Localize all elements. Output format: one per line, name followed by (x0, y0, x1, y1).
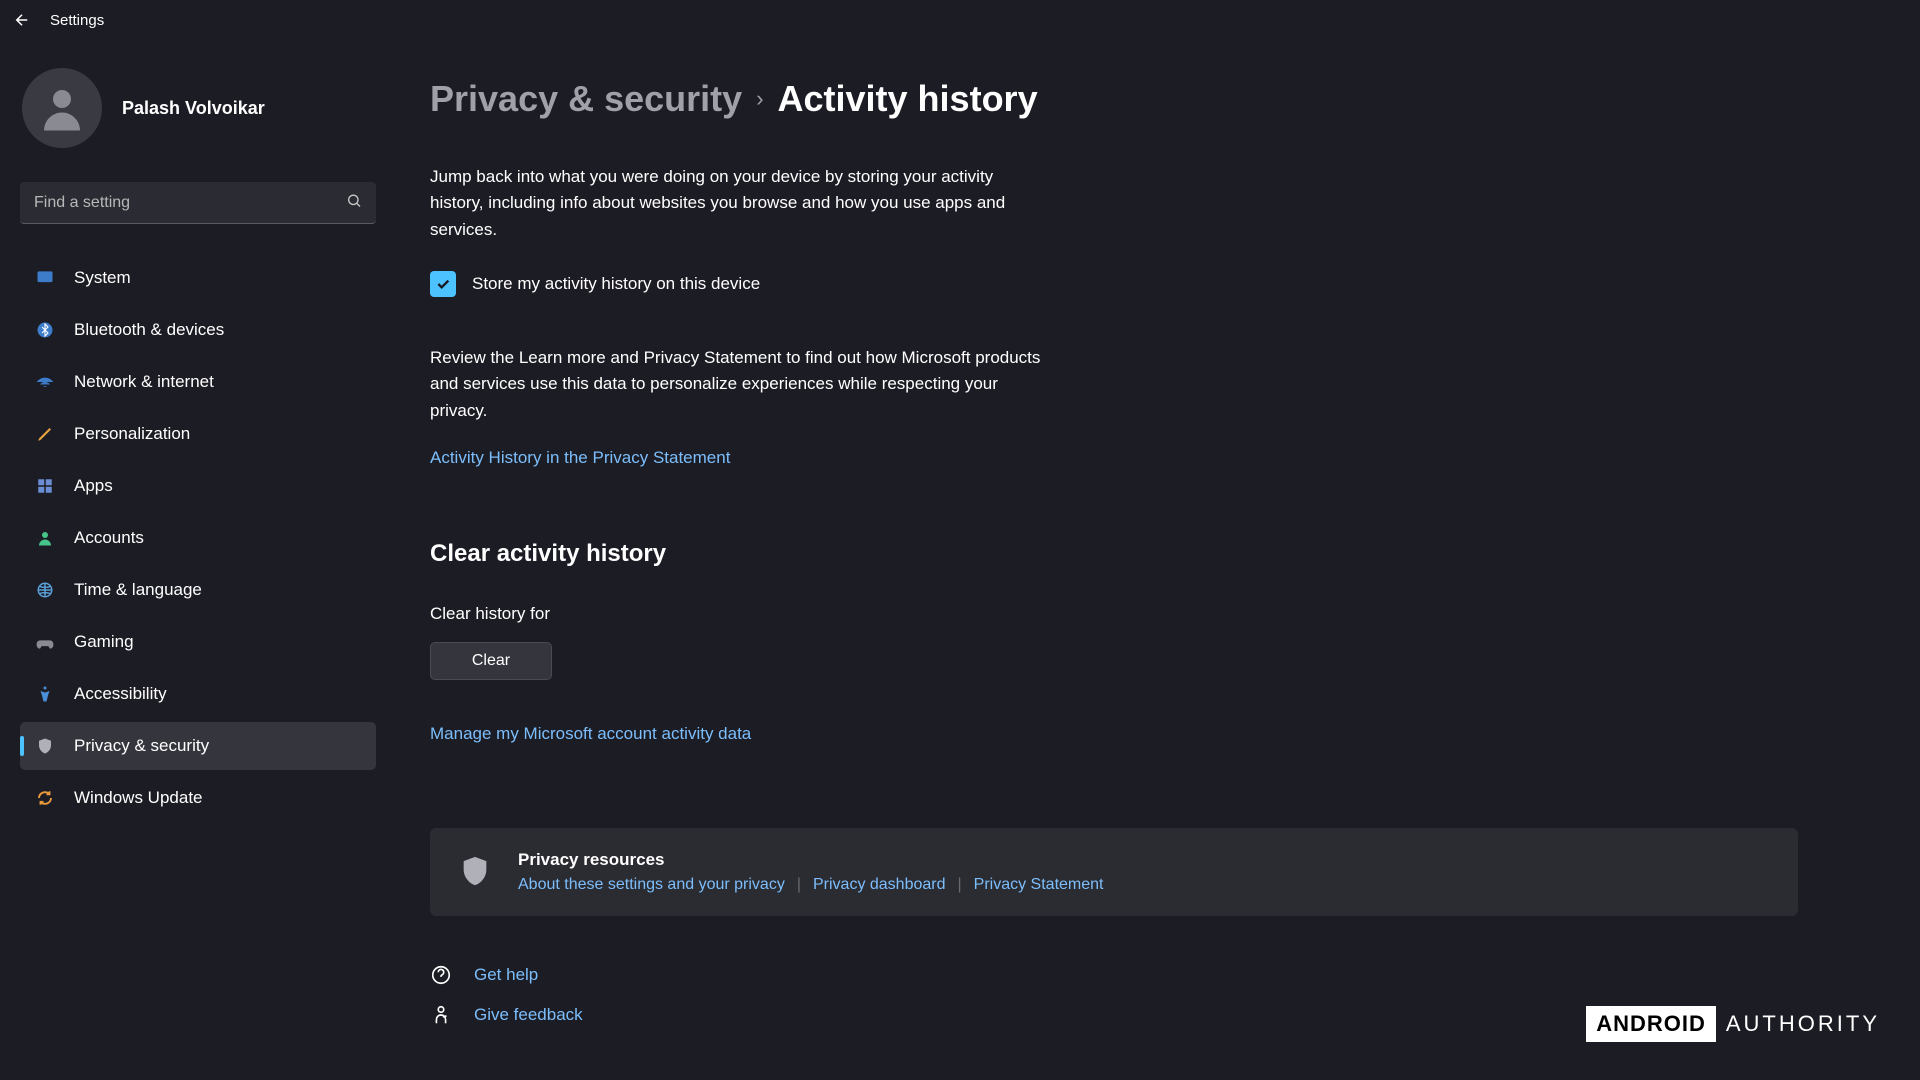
checkbox-label: Store my activity history on this device (472, 274, 760, 294)
get-help-link[interactable]: Get help (474, 965, 538, 985)
clear-button[interactable]: Clear (430, 642, 552, 680)
apps-icon (34, 475, 56, 497)
search-box[interactable] (20, 182, 376, 224)
nav-network[interactable]: Network & internet (20, 358, 376, 406)
section-title: Clear activity history (430, 540, 1860, 568)
accessibility-icon (34, 683, 56, 705)
nav-gaming[interactable]: Gaming (20, 618, 376, 666)
card-title: Privacy resources (518, 850, 1770, 870)
nav-label: Time & language (74, 580, 202, 600)
back-button[interactable] (12, 10, 32, 30)
nav-accounts[interactable]: Accounts (20, 514, 376, 562)
nav-label: Windows Update (74, 788, 203, 808)
breadcrumb: Privacy & security › Activity history (430, 78, 1860, 120)
nav-label: Accounts (74, 528, 144, 548)
nav-label: System (74, 268, 131, 288)
help-icon (430, 964, 452, 986)
network-icon (34, 371, 56, 393)
page-title: Activity history (778, 78, 1038, 120)
review-text: Review the Learn more and Privacy Statem… (430, 345, 1050, 424)
time-language-icon (34, 579, 56, 601)
privacy-dashboard-link[interactable]: Privacy dashboard (813, 876, 946, 894)
personalization-icon (34, 423, 56, 445)
watermark: ANDROID AUTHORITY (1586, 1006, 1880, 1042)
search-input[interactable] (20, 182, 376, 224)
nav-label: Privacy & security (74, 736, 209, 756)
nav-accessibility[interactable]: Accessibility (20, 670, 376, 718)
nav-privacy-security[interactable]: Privacy & security (20, 722, 376, 770)
nav-bluetooth[interactable]: Bluetooth & devices (20, 306, 376, 354)
system-icon (34, 267, 56, 289)
nav-label: Gaming (74, 632, 134, 652)
nav-personalization[interactable]: Personalization (20, 410, 376, 458)
user-name: Palash Volvoikar (122, 98, 265, 119)
user-profile[interactable]: Palash Volvoikar (20, 68, 376, 148)
link-divider: | (797, 876, 801, 894)
link-divider: | (958, 876, 962, 894)
accounts-icon (34, 527, 56, 549)
nav-label: Apps (74, 476, 113, 496)
about-settings-link[interactable]: About these settings and your privacy (518, 876, 785, 894)
feedback-icon (430, 1004, 452, 1026)
nav-time-language[interactable]: Time & language (20, 566, 376, 614)
window-title: Settings (50, 12, 104, 29)
bluetooth-icon (34, 319, 56, 341)
privacy-statement-card-link[interactable]: Privacy Statement (974, 876, 1104, 894)
avatar (22, 68, 102, 148)
manage-account-link[interactable]: Manage my Microsoft account activity dat… (430, 724, 1860, 744)
privacy-icon (34, 735, 56, 757)
nav-windows-update[interactable]: Windows Update (20, 774, 376, 822)
breadcrumb-parent[interactable]: Privacy & security (430, 78, 742, 120)
watermark-logo: ANDROID (1586, 1006, 1716, 1042)
clear-history-label: Clear history for (430, 604, 1860, 624)
nav-system[interactable]: System (20, 254, 376, 302)
privacy-resources-card: Privacy resources About these settings a… (430, 828, 1798, 916)
give-feedback-link[interactable]: Give feedback (474, 1005, 583, 1025)
shield-icon (458, 854, 492, 888)
nav-label: Accessibility (74, 684, 167, 704)
nav-apps[interactable]: Apps (20, 462, 376, 510)
nav-label: Bluetooth & devices (74, 320, 224, 340)
intro-text: Jump back into what you were doing on yo… (430, 164, 1050, 243)
nav-label: Network & internet (74, 372, 214, 392)
nav-label: Personalization (74, 424, 190, 444)
watermark-text: AUTHORITY (1726, 1011, 1880, 1037)
chevron-right-icon: › (756, 86, 763, 112)
store-history-checkbox[interactable] (430, 271, 456, 297)
update-icon (34, 787, 56, 809)
search-icon (346, 193, 362, 214)
privacy-statement-link[interactable]: Activity History in the Privacy Statemen… (430, 448, 1860, 468)
gaming-icon (34, 631, 56, 653)
